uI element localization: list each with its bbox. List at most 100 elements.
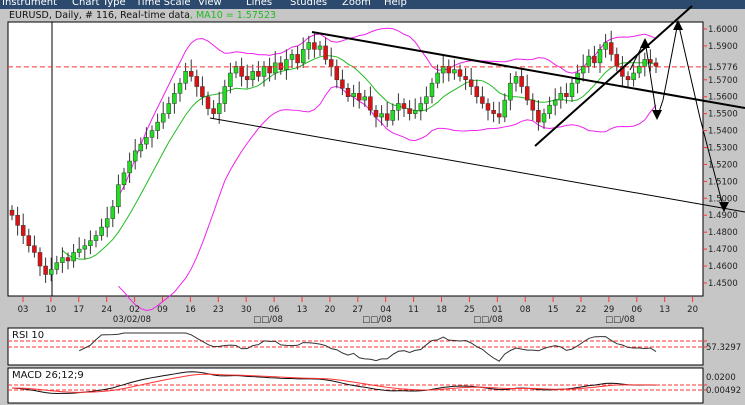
candle[interactable] — [239, 65, 244, 77]
candle[interactable] — [222, 86, 228, 104]
candle[interactable] — [564, 93, 569, 97]
candle[interactable] — [614, 54, 620, 67]
candle[interactable] — [340, 79, 345, 89]
candle[interactable] — [205, 96, 211, 109]
candle[interactable] — [48, 269, 54, 275]
candle[interactable] — [468, 79, 474, 87]
candle[interactable] — [177, 82, 183, 94]
candle[interactable] — [250, 71, 256, 81]
candle[interactable] — [390, 110, 396, 121]
candle[interactable] — [463, 76, 468, 81]
candle[interactable] — [54, 262, 60, 270]
candle[interactable] — [289, 54, 295, 60]
candle[interactable] — [228, 72, 233, 87]
candle[interactable] — [194, 76, 200, 87]
candle[interactable] — [261, 65, 267, 77]
candle[interactable] — [508, 82, 513, 101]
candle[interactable] — [552, 99, 558, 106]
candle[interactable] — [485, 103, 491, 111]
candle[interactable] — [312, 42, 317, 50]
candle[interactable] — [323, 45, 328, 60]
candle[interactable] — [524, 86, 530, 101]
candle[interactable] — [300, 49, 306, 64]
candle[interactable] — [356, 93, 362, 101]
candle[interactable] — [60, 257, 65, 263]
candle[interactable] — [608, 42, 614, 55]
candle[interactable] — [155, 121, 160, 131]
candle[interactable] — [127, 160, 132, 174]
candle[interactable] — [569, 82, 575, 97]
candle[interactable] — [379, 113, 384, 118]
candle[interactable] — [513, 76, 519, 84]
candle[interactable] — [418, 103, 424, 111]
candle[interactable] — [256, 71, 261, 77]
candle[interactable] — [362, 96, 368, 101]
candle[interactable] — [653, 62, 659, 67]
candle[interactable] — [401, 103, 407, 109]
candle[interactable] — [295, 54, 300, 64]
candle[interactable] — [496, 113, 502, 118]
candle[interactable] — [88, 240, 93, 246]
candle[interactable] — [138, 143, 144, 152]
candle[interactable] — [435, 72, 440, 84]
candle[interactable] — [625, 76, 631, 81]
candle[interactable] — [642, 59, 648, 67]
candle[interactable] — [65, 257, 71, 262]
candle[interactable] — [278, 62, 284, 70]
candle[interactable] — [71, 252, 76, 262]
candle[interactable] — [480, 96, 485, 104]
candle[interactable] — [9, 209, 15, 216]
candle[interactable] — [328, 59, 334, 67]
candle[interactable] — [172, 93, 177, 104]
candle[interactable] — [502, 99, 508, 118]
candle[interactable] — [306, 42, 312, 50]
candle[interactable] — [536, 110, 541, 123]
candle[interactable] — [396, 103, 401, 111]
candle[interactable] — [211, 108, 216, 114]
candle[interactable] — [351, 93, 356, 97]
candle[interactable] — [132, 150, 138, 162]
candle[interactable] — [166, 103, 172, 114]
candle[interactable] — [345, 88, 351, 97]
candle[interactable] — [373, 110, 379, 118]
candle[interactable] — [429, 82, 435, 97]
candle[interactable] — [160, 113, 166, 123]
candle[interactable] — [631, 72, 636, 81]
candle[interactable] — [558, 93, 564, 101]
candle[interactable] — [603, 42, 608, 50]
candle[interactable] — [412, 110, 418, 114]
candle[interactable] — [530, 99, 536, 111]
candle[interactable] — [216, 103, 222, 114]
candle[interactable] — [116, 184, 121, 208]
candle[interactable] — [20, 225, 26, 236]
candle[interactable] — [144, 137, 149, 145]
candle[interactable] — [384, 113, 390, 121]
candle[interactable] — [15, 214, 20, 226]
candle[interactable] — [76, 248, 82, 253]
candle[interactable] — [491, 110, 496, 114]
candle[interactable] — [597, 49, 603, 64]
candle[interactable] — [110, 206, 116, 219]
candle[interactable] — [648, 59, 653, 64]
candle[interactable] — [424, 96, 429, 104]
candle[interactable] — [104, 218, 110, 228]
candle[interactable] — [284, 59, 289, 70]
candle[interactable] — [457, 69, 463, 77]
candle[interactable] — [37, 252, 43, 267]
candle[interactable] — [26, 235, 32, 246]
candle[interactable] — [547, 104, 552, 114]
candle[interactable] — [586, 55, 592, 67]
candle[interactable] — [149, 130, 155, 138]
candle[interactable] — [407, 108, 412, 114]
chart-canvas[interactable]: 1.6000 1.5900 1.5700 1.5600 1.5500 1.5400 1.53… — [0, 0, 745, 405]
candle[interactable] — [317, 45, 323, 50]
candle[interactable] — [541, 113, 547, 123]
candle[interactable] — [334, 65, 340, 81]
candle[interactable] — [592, 55, 597, 64]
candle[interactable] — [368, 96, 373, 111]
candle[interactable] — [121, 172, 127, 186]
candle[interactable] — [183, 71, 188, 84]
candle[interactable] — [474, 86, 480, 97]
candle[interactable] — [82, 245, 88, 250]
candle[interactable] — [32, 245, 37, 253]
